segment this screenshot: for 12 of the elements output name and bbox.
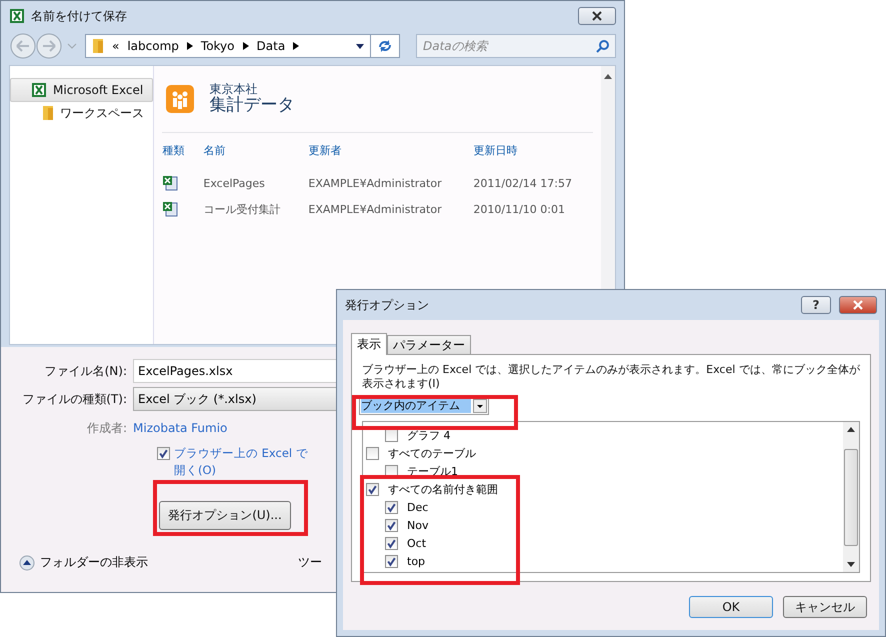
table-cell-text: EXAMPLE¥Administrator (308, 176, 443, 190)
window-title: 発行オプション (345, 296, 429, 314)
site-subtitle: 東京本社 (209, 83, 258, 96)
description-text: ブラウザー上の Excel では、選択したアイテムのみが表示されます。Excel では、常にブック全体が表示されます(I) (362, 363, 860, 391)
table-cell-text: 2010/11/10 0:01 (473, 202, 566, 216)
field-label: 作成者: (86, 420, 127, 436)
field-label: ファイル名(N): (44, 362, 127, 380)
window-title: 名前を付けて保存 (31, 8, 127, 24)
table-cell-text: 2011/02/14 17:57 (473, 176, 573, 190)
site-title: 集計データ (209, 96, 294, 115)
table-cell-text: EXAMPLE¥Administrator (308, 202, 443, 216)
field-label: ファイルの種類(T): (21, 390, 127, 408)
